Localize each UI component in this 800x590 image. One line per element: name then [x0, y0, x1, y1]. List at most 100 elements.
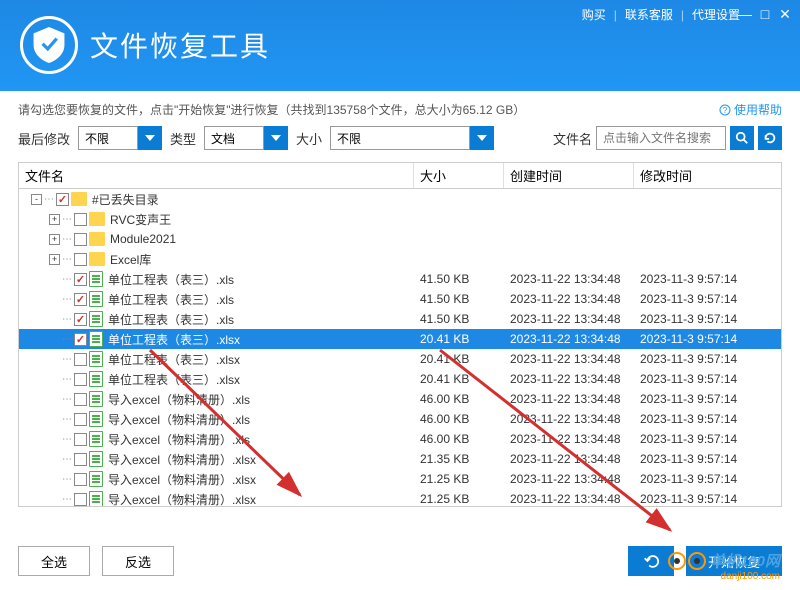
tree-expander: [49, 414, 60, 425]
table-row[interactable]: ⋯单位工程表（表三）.xls41.50 KB2023-11-22 13:34:4…: [19, 289, 781, 309]
table-row[interactable]: ⋯单位工程表（表三）.xls41.50 KB2023-11-22 13:34:4…: [19, 269, 781, 289]
cell-created: 2023-11-22 13:34:48: [504, 272, 634, 286]
file-icon: [89, 351, 103, 367]
table-row[interactable]: ⋯单位工程表（表三）.xls41.50 KB2023-11-22 13:34:4…: [19, 309, 781, 329]
cell-modified: 2023-11-3 9:57:14: [634, 392, 781, 406]
row-checkbox[interactable]: [74, 453, 87, 466]
contact-link[interactable]: 联系客服: [625, 6, 673, 23]
tree-expander[interactable]: +: [49, 254, 60, 265]
search-button[interactable]: [730, 126, 754, 150]
cell-size: 46.00 KB: [414, 412, 504, 426]
table-row[interactable]: ⋯导入excel（物料清册）.xlsx21.25 KB2023-11-22 13…: [19, 469, 781, 489]
hint-text: 请勾选您要恢复的文件，点击"开始恢复"进行恢复（共找到135758个文件，总大小…: [18, 101, 525, 118]
search-input[interactable]: [596, 126, 726, 150]
type-dropdown-icon[interactable]: [264, 126, 288, 150]
row-checkbox[interactable]: [74, 473, 87, 486]
row-checkbox[interactable]: [74, 393, 87, 406]
folder-icon: [89, 252, 105, 266]
last-modified-select[interactable]: 不限: [78, 126, 138, 150]
folder-icon: [89, 212, 105, 226]
cell-size: 20.41 KB: [414, 372, 504, 386]
table-body[interactable]: -⋯#已丢失目录+⋯RVC变声王+⋯Module2021+⋯Excel库⋯单位工…: [19, 189, 781, 506]
last-modified-dropdown-icon[interactable]: [138, 126, 162, 150]
maximize-icon[interactable]: □: [758, 6, 772, 23]
row-checkbox[interactable]: [74, 313, 87, 326]
type-label: 类型: [170, 129, 196, 148]
table-row[interactable]: ⋯单位工程表（表三）.xlsx20.41 KB2023-11-22 13:34:…: [19, 369, 781, 389]
cell-modified: 2023-11-3 9:57:14: [634, 412, 781, 426]
tree-expander[interactable]: -: [31, 194, 42, 205]
table-row[interactable]: ⋯导入excel（物料清册）.xlsx21.35 KB2023-11-22 13…: [19, 449, 781, 469]
row-checkbox[interactable]: [56, 193, 69, 206]
table-row[interactable]: ⋯单位工程表（表三）.xlsx20.41 KB2023-11-22 13:34:…: [19, 329, 781, 349]
tree-expander: [49, 434, 60, 445]
type-select[interactable]: 文档: [204, 126, 264, 150]
size-dropdown-icon[interactable]: [470, 126, 494, 150]
app-title: 文件恢复工具: [90, 25, 270, 65]
col-header-modified[interactable]: 修改时间: [634, 163, 781, 188]
file-name: Module2021: [110, 232, 176, 246]
table-row[interactable]: ⋯导入excel（物料清册）.xlsx21.25 KB2023-11-22 13…: [19, 489, 781, 506]
table-row[interactable]: -⋯#已丢失目录: [19, 189, 781, 209]
folder-icon: [89, 232, 105, 246]
tree-expander[interactable]: +: [49, 214, 60, 225]
minimize-icon[interactable]: —: [738, 6, 752, 23]
undo-button[interactable]: [628, 546, 674, 576]
row-checkbox[interactable]: [74, 233, 87, 246]
file-name: 单位工程表（表三）.xls: [108, 291, 234, 308]
start-recovery-button[interactable]: 开始恢复: [686, 546, 782, 576]
cell-size: 20.41 KB: [414, 332, 504, 346]
close-icon[interactable]: ✕: [778, 6, 792, 23]
footer: 全选 反选 开始恢复: [0, 532, 800, 590]
refresh-button[interactable]: [758, 126, 782, 150]
invert-selection-button[interactable]: 反选: [102, 546, 174, 576]
help-link[interactable]: ? 使用帮助: [719, 101, 782, 118]
row-checkbox[interactable]: [74, 273, 87, 286]
filename-label: 文件名: [553, 129, 592, 148]
tree-expander[interactable]: +: [49, 234, 60, 245]
search-icon: [735, 131, 749, 145]
row-checkbox[interactable]: [74, 293, 87, 306]
row-checkbox[interactable]: [74, 373, 87, 386]
undo-icon: [642, 552, 660, 570]
proxy-link[interactable]: 代理设置: [692, 6, 740, 23]
col-header-name[interactable]: 文件名: [19, 163, 414, 188]
file-name: #已丢失目录: [92, 191, 159, 208]
size-select[interactable]: 不限: [330, 126, 470, 150]
size-label: 大小: [296, 129, 322, 148]
tree-expander: [49, 494, 60, 505]
top-links: 购买 | 联系客服 | 代理设置: [582, 6, 740, 23]
window-controls: — □ ✕: [738, 6, 792, 23]
row-checkbox[interactable]: [74, 333, 87, 346]
row-checkbox[interactable]: [74, 213, 87, 226]
file-table: 文件名 大小 创建时间 修改时间 -⋯#已丢失目录+⋯RVC变声王+⋯Modul…: [18, 162, 782, 507]
folder-icon: [71, 192, 87, 206]
file-icon: [89, 471, 103, 487]
cell-size: 20.41 KB: [414, 352, 504, 366]
table-row[interactable]: ⋯导入excel（物料清册）.xls46.00 KB2023-11-22 13:…: [19, 389, 781, 409]
file-name: RVC变声王: [110, 211, 171, 228]
file-name: 单位工程表（表三）.xlsx: [108, 351, 240, 368]
last-modified-label: 最后修改: [18, 129, 70, 148]
row-checkbox[interactable]: [74, 493, 87, 506]
row-checkbox[interactable]: [74, 353, 87, 366]
app-header: 购买 | 联系客服 | 代理设置 — □ ✕ 文件恢复工具: [0, 0, 800, 91]
row-checkbox[interactable]: [74, 253, 87, 266]
col-header-size[interactable]: 大小: [414, 163, 504, 188]
select-all-button[interactable]: 全选: [18, 546, 90, 576]
cell-modified: 2023-11-3 9:57:14: [634, 372, 781, 386]
table-row[interactable]: ⋯导入excel（物料清册）.xls46.00 KB2023-11-22 13:…: [19, 429, 781, 449]
row-checkbox[interactable]: [74, 413, 87, 426]
file-icon: [89, 451, 103, 467]
table-row[interactable]: ⋯单位工程表（表三）.xlsx20.41 KB2023-11-22 13:34:…: [19, 349, 781, 369]
cell-created: 2023-11-22 13:34:48: [504, 392, 634, 406]
table-row[interactable]: +⋯RVC变声王: [19, 209, 781, 229]
table-row[interactable]: ⋯导入excel（物料清册）.xls46.00 KB2023-11-22 13:…: [19, 409, 781, 429]
cell-created: 2023-11-22 13:34:48: [504, 432, 634, 446]
cell-size: 21.25 KB: [414, 472, 504, 486]
col-header-created[interactable]: 创建时间: [504, 163, 634, 188]
table-row[interactable]: +⋯Excel库: [19, 249, 781, 269]
row-checkbox[interactable]: [74, 433, 87, 446]
table-row[interactable]: +⋯Module2021: [19, 229, 781, 249]
buy-link[interactable]: 购买: [582, 6, 606, 23]
